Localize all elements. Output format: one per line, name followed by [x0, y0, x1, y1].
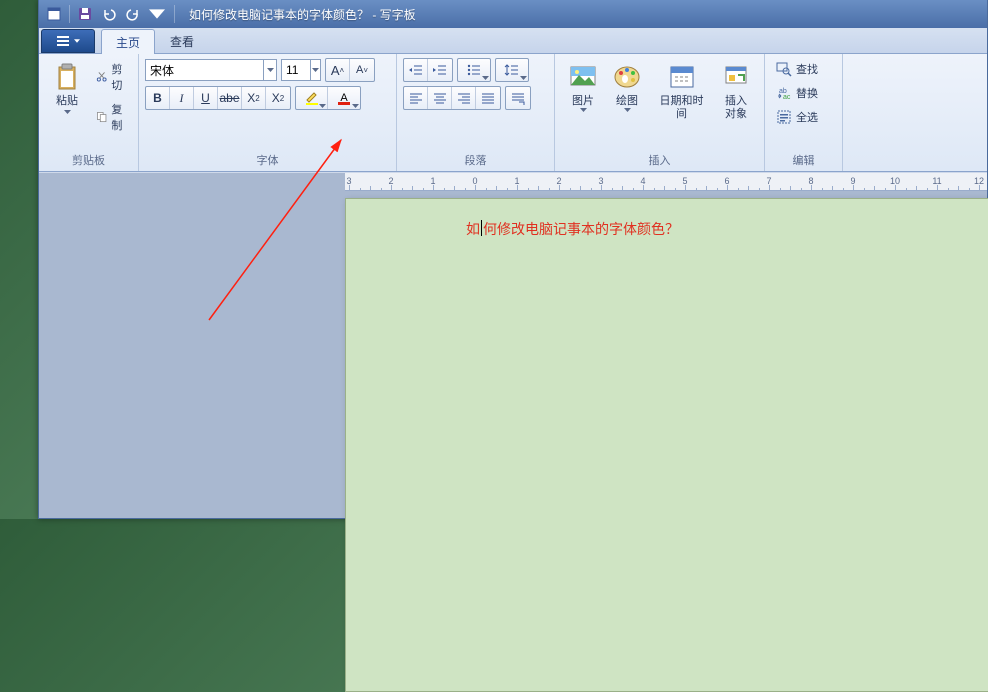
- svg-text:ac: ac: [783, 94, 791, 101]
- insert-paint-button[interactable]: 绘图: [605, 58, 649, 115]
- find-button[interactable]: 查找: [771, 58, 823, 80]
- title-bar: 如何修改电脑记事本的字体颜色？ - 写字板: [39, 0, 987, 28]
- align-justify-button[interactable]: [476, 87, 500, 109]
- workspace: 321012345678910111213 如何修改电脑记事本的字体颜色？: [39, 173, 987, 518]
- cut-button[interactable]: 剪切: [91, 58, 132, 96]
- font-size-combo[interactable]: [281, 59, 321, 81]
- redo-icon[interactable]: [122, 3, 144, 25]
- wordpad-window: 如何修改电脑记事本的字体颜色？ - 写字板 主页 查看 粘贴: [38, 0, 988, 519]
- insert-picture-button[interactable]: 图片: [561, 58, 605, 115]
- font-size-input[interactable]: [282, 63, 310, 77]
- font-color-button[interactable]: A: [328, 87, 360, 109]
- line-spacing-button[interactable]: [496, 59, 528, 81]
- selectall-button[interactable]: 全选: [771, 106, 823, 128]
- replace-button[interactable]: abac 替换: [771, 82, 823, 104]
- copy-icon: [96, 109, 107, 125]
- cut-icon: [96, 69, 107, 85]
- copy-button[interactable]: 复制: [91, 98, 132, 136]
- font-size-dropdown-icon[interactable]: [310, 60, 320, 80]
- group-font: A˄ A˅ B I U abe X2 X2: [139, 54, 397, 171]
- tab-view[interactable]: 查看: [155, 28, 209, 53]
- selectall-icon: [776, 109, 792, 125]
- align-center-button[interactable]: [428, 87, 452, 109]
- decrease-indent-button[interactable]: [404, 59, 428, 81]
- font-family-dropdown-icon[interactable]: [263, 60, 276, 80]
- file-menu-button[interactable]: [41, 29, 95, 53]
- align-right-button[interactable]: [452, 87, 476, 109]
- picture-icon: [567, 61, 599, 93]
- superscript-button[interactable]: X2: [266, 87, 290, 109]
- bold-button[interactable]: B: [146, 87, 170, 109]
- tab-home[interactable]: 主页: [101, 29, 155, 54]
- object-icon: [720, 61, 752, 93]
- group-insert: 图片 绘图 日期和时间 插入 对象 插入: [555, 54, 765, 171]
- calendar-icon: [666, 61, 698, 93]
- font-family-input[interactable]: [146, 63, 263, 77]
- app-menu-icon[interactable]: [43, 3, 65, 25]
- document-text[interactable]: 如何修改电脑记事本的字体颜色？: [466, 219, 679, 239]
- paint-icon: [611, 61, 643, 93]
- shrink-font-button[interactable]: A˅: [350, 59, 374, 81]
- text-caret: [481, 220, 482, 236]
- italic-button[interactable]: I: [170, 87, 194, 109]
- grow-font-button[interactable]: A˄: [326, 59, 350, 81]
- subscript-button[interactable]: X2: [242, 87, 266, 109]
- horizontal-ruler[interactable]: 321012345678910111213: [345, 173, 987, 191]
- align-left-button[interactable]: [404, 87, 428, 109]
- strikethrough-button[interactable]: abe: [218, 87, 242, 109]
- highlight-color-button[interactable]: [296, 87, 328, 109]
- find-icon: [776, 61, 792, 77]
- paragraph-dialog-button[interactable]: [506, 87, 530, 109]
- paste-button[interactable]: 粘贴: [45, 58, 89, 117]
- increase-indent-button[interactable]: [428, 59, 452, 81]
- bullet-list-button[interactable]: [458, 59, 490, 81]
- underline-button[interactable]: U: [194, 87, 218, 109]
- qat-customize-icon[interactable]: [146, 3, 168, 25]
- document-page[interactable]: 如何修改电脑记事本的字体颜色？: [345, 198, 988, 692]
- window-title: 如何修改电脑记事本的字体颜色？ - 写字板: [189, 6, 416, 23]
- ribbon: 粘贴 剪切 复制: [39, 54, 987, 172]
- undo-icon[interactable]: [98, 3, 120, 25]
- replace-icon: abac: [776, 85, 792, 101]
- group-paragraph: 段落: [397, 54, 555, 171]
- paste-icon: [51, 61, 83, 93]
- group-editing: 查找 abac 替换 全选 编辑: [765, 54, 843, 171]
- font-family-combo[interactable]: [145, 59, 277, 81]
- insert-object-button[interactable]: 插入 对象: [714, 58, 758, 124]
- quick-access-toolbar: [43, 3, 168, 25]
- insert-datetime-button[interactable]: 日期和时间: [649, 58, 714, 124]
- ribbon-tabs: 主页 查看: [39, 28, 987, 54]
- save-icon[interactable]: [74, 3, 96, 25]
- group-clipboard: 粘贴 剪切 复制: [39, 54, 139, 171]
